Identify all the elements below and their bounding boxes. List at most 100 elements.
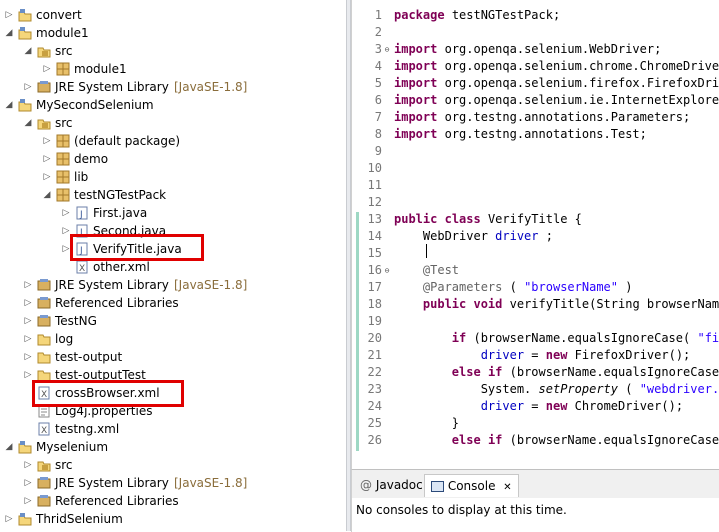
collapsed-arrow-icon[interactable]: ▷ <box>23 492 33 510</box>
code-line[interactable]: 11 <box>352 177 719 194</box>
tree-item[interactable]: ▷ Referenced Libraries <box>0 492 346 510</box>
code-line[interactable]: 13 public class VerifyTitle { <box>352 211 719 228</box>
collapsed-arrow-icon[interactable]: ▷ <box>23 330 33 348</box>
code-line[interactable]: 18 public void verifyTitle(String browse… <box>352 296 719 313</box>
collapsed-arrow-icon[interactable]: ▷ <box>4 6 14 24</box>
code-line[interactable]: 14 WebDriver driver ; <box>352 228 719 245</box>
tree-item[interactable]: ▷ src <box>0 456 346 474</box>
collapsed-arrow-icon[interactable]: ▷ <box>4 510 14 528</box>
close-icon[interactable]: ✕ <box>503 482 511 493</box>
console-message: No consoles to display at this time. <box>356 503 567 517</box>
tree-item-label: module1 <box>74 62 127 76</box>
code-line[interactable]: 3 ⊖ import org.openqa.selenium.WebDriver; <box>352 41 719 58</box>
collapsed-arrow-icon[interactable]: ▷ <box>23 312 33 330</box>
tree-item[interactable]: ▷ lib <box>0 168 346 186</box>
svg-text:X: X <box>79 264 85 274</box>
collapsed-arrow-icon[interactable]: ▷ <box>61 204 71 222</box>
tab-javadoc[interactable]: @ Javadoc <box>354 474 429 496</box>
collapsed-arrow-icon[interactable]: ▷ <box>42 168 52 186</box>
tree-item[interactable]: ▷ log <box>0 330 346 348</box>
collapsed-arrow-icon[interactable]: ▷ <box>23 474 33 492</box>
tree-item-label: JRE System Library <box>55 476 169 490</box>
code-text: import org.openqa.selenium.ie.InternetEx… <box>394 92 719 109</box>
tree-item[interactable]: ◢ module1 <box>0 24 346 42</box>
fold-toggle-icon[interactable]: ⊖ <box>382 41 392 58</box>
tree-item[interactable]: ▷ J First.java <box>0 204 346 222</box>
java-editor[interactable]: 1 package testNGTestPack; 2 3 ⊖ import org.op… <box>351 0 719 469</box>
code-line[interactable]: 20 if (browserName.equalsIgnoreCase( "fi… <box>352 330 719 347</box>
tree-item[interactable]: ▷ Referenced Libraries <box>0 294 346 312</box>
collapsed-arrow-icon[interactable]: ▷ <box>42 150 52 168</box>
bottom-panel: @ Javadoc Console ✕ No consoles to displ… <box>351 469 719 532</box>
collapsed-arrow-icon[interactable]: ▷ <box>23 78 33 96</box>
code-line[interactable]: 4 import org.openqa.selenium.chrome.Chrom… <box>352 58 719 75</box>
tree-item[interactable]: Xtestng.xml <box>0 420 346 438</box>
collapsed-arrow-icon[interactable]: ▷ <box>23 348 33 366</box>
tree-item[interactable]: ▷ JRE System Library [JavaSE-1.8] <box>0 78 346 96</box>
collapsed-arrow-icon[interactable]: ▷ <box>23 276 33 294</box>
expanded-arrow-icon[interactable]: ◢ <box>23 114 33 132</box>
tree-item-label: MySecondSelenium <box>36 98 154 112</box>
console-icon <box>431 481 444 492</box>
code-line[interactable]: 24 driver = new ChromeDriver(); <box>352 398 719 415</box>
code-line[interactable]: 22 else if (browserName.equalsIgnoreCase… <box>352 364 719 381</box>
tree-item-label: demo <box>74 152 109 166</box>
project-icon <box>18 26 32 40</box>
code-line[interactable]: 25 } <box>352 415 719 432</box>
code-line[interactable]: 10 <box>352 160 719 177</box>
tree-item[interactable]: ▷ JRE System Library [JavaSE-1.8] <box>0 276 346 294</box>
tree-item[interactable]: ◢ src <box>0 42 346 60</box>
collapsed-arrow-icon[interactable]: ▷ <box>23 294 33 312</box>
library-icon <box>37 278 51 292</box>
line-number: 16 <box>367 263 382 277</box>
code-token: ( <box>509 280 517 294</box>
code-line[interactable]: 21 driver = new FirefoxDriver(); <box>352 347 719 364</box>
code-line[interactable]: 16 ⊖ @Test <box>352 262 719 279</box>
tree-item[interactable]: ◢ src <box>0 114 346 132</box>
code-text: public void verifyTitle(String browserNa… <box>394 296 719 313</box>
tree-item[interactable]: ◢ Myselenium <box>0 438 346 456</box>
tree-item[interactable]: ▷ test-output <box>0 348 346 366</box>
code-text: import org.openqa.selenium.firefox.Firef… <box>394 75 719 92</box>
tree-item-label: src <box>55 44 73 58</box>
tree-item[interactable]: ▷ convert <box>0 6 346 24</box>
tree-item[interactable]: ▷ (default package) <box>0 132 346 150</box>
expanded-arrow-icon[interactable]: ◢ <box>4 96 14 114</box>
code-line[interactable]: 19 <box>352 313 719 330</box>
code-line[interactable]: 9 <box>352 143 719 160</box>
code-line[interactable]: 6 import org.openqa.selenium.ie.InternetE… <box>352 92 719 109</box>
code-line[interactable]: 12 <box>352 194 719 211</box>
code-line[interactable]: 2 <box>352 24 719 41</box>
code-token: @Parameters <box>394 280 503 294</box>
code-token: else <box>394 365 481 379</box>
expanded-arrow-icon[interactable]: ◢ <box>42 186 52 204</box>
tree-item[interactable]: ▷ JRE System Library [JavaSE-1.8] <box>0 474 346 492</box>
code-line[interactable]: 7 import org.testng.annotations.Parameter… <box>352 109 719 126</box>
fold-toggle-icon[interactable]: ⊖ <box>382 262 392 279</box>
code-line[interactable]: 15 <box>352 245 719 262</box>
expanded-arrow-icon[interactable]: ◢ <box>4 24 14 42</box>
code-token: if <box>394 331 467 345</box>
tree-item[interactable]: ▷ ThridSelenium <box>0 510 346 528</box>
expanded-arrow-icon[interactable]: ◢ <box>4 438 14 456</box>
tree-item[interactable]: ◢ testNGTestPack <box>0 186 346 204</box>
code-line[interactable]: 23 System. setProperty ( "webdriver.chro… <box>352 381 719 398</box>
tree-item[interactable]: ▷ TestNG <box>0 312 346 330</box>
tree-item[interactable]: ◢ MySecondSelenium <box>0 96 346 114</box>
expanded-arrow-icon[interactable]: ◢ <box>23 42 33 60</box>
code-line[interactable]: 5 import org.openqa.selenium.firefox.Fire… <box>352 75 719 92</box>
line-number: 26 <box>367 433 382 447</box>
tree-item[interactable]: ▷ demo <box>0 150 346 168</box>
collapsed-arrow-icon[interactable]: ▷ <box>42 60 52 78</box>
collapsed-arrow-icon[interactable]: ▷ <box>42 132 52 150</box>
code-line[interactable]: 26 else if (browserName.equalsIgnoreCase… <box>352 432 719 449</box>
code-token: ; <box>545 229 553 243</box>
library-icon <box>37 314 51 328</box>
code-text: package testNGTestPack; <box>394 7 560 24</box>
tree-item[interactable]: ▷ module1 <box>0 60 346 78</box>
code-line[interactable]: 17 @Parameters ( "browserName" ) <box>352 279 719 296</box>
code-line[interactable]: 8 import org.testng.annotations.Test; <box>352 126 719 143</box>
tab-console[interactable]: Console ✕ <box>424 474 519 497</box>
code-line[interactable]: 1 package testNGTestPack; <box>352 7 719 24</box>
collapsed-arrow-icon[interactable]: ▷ <box>23 456 33 474</box>
